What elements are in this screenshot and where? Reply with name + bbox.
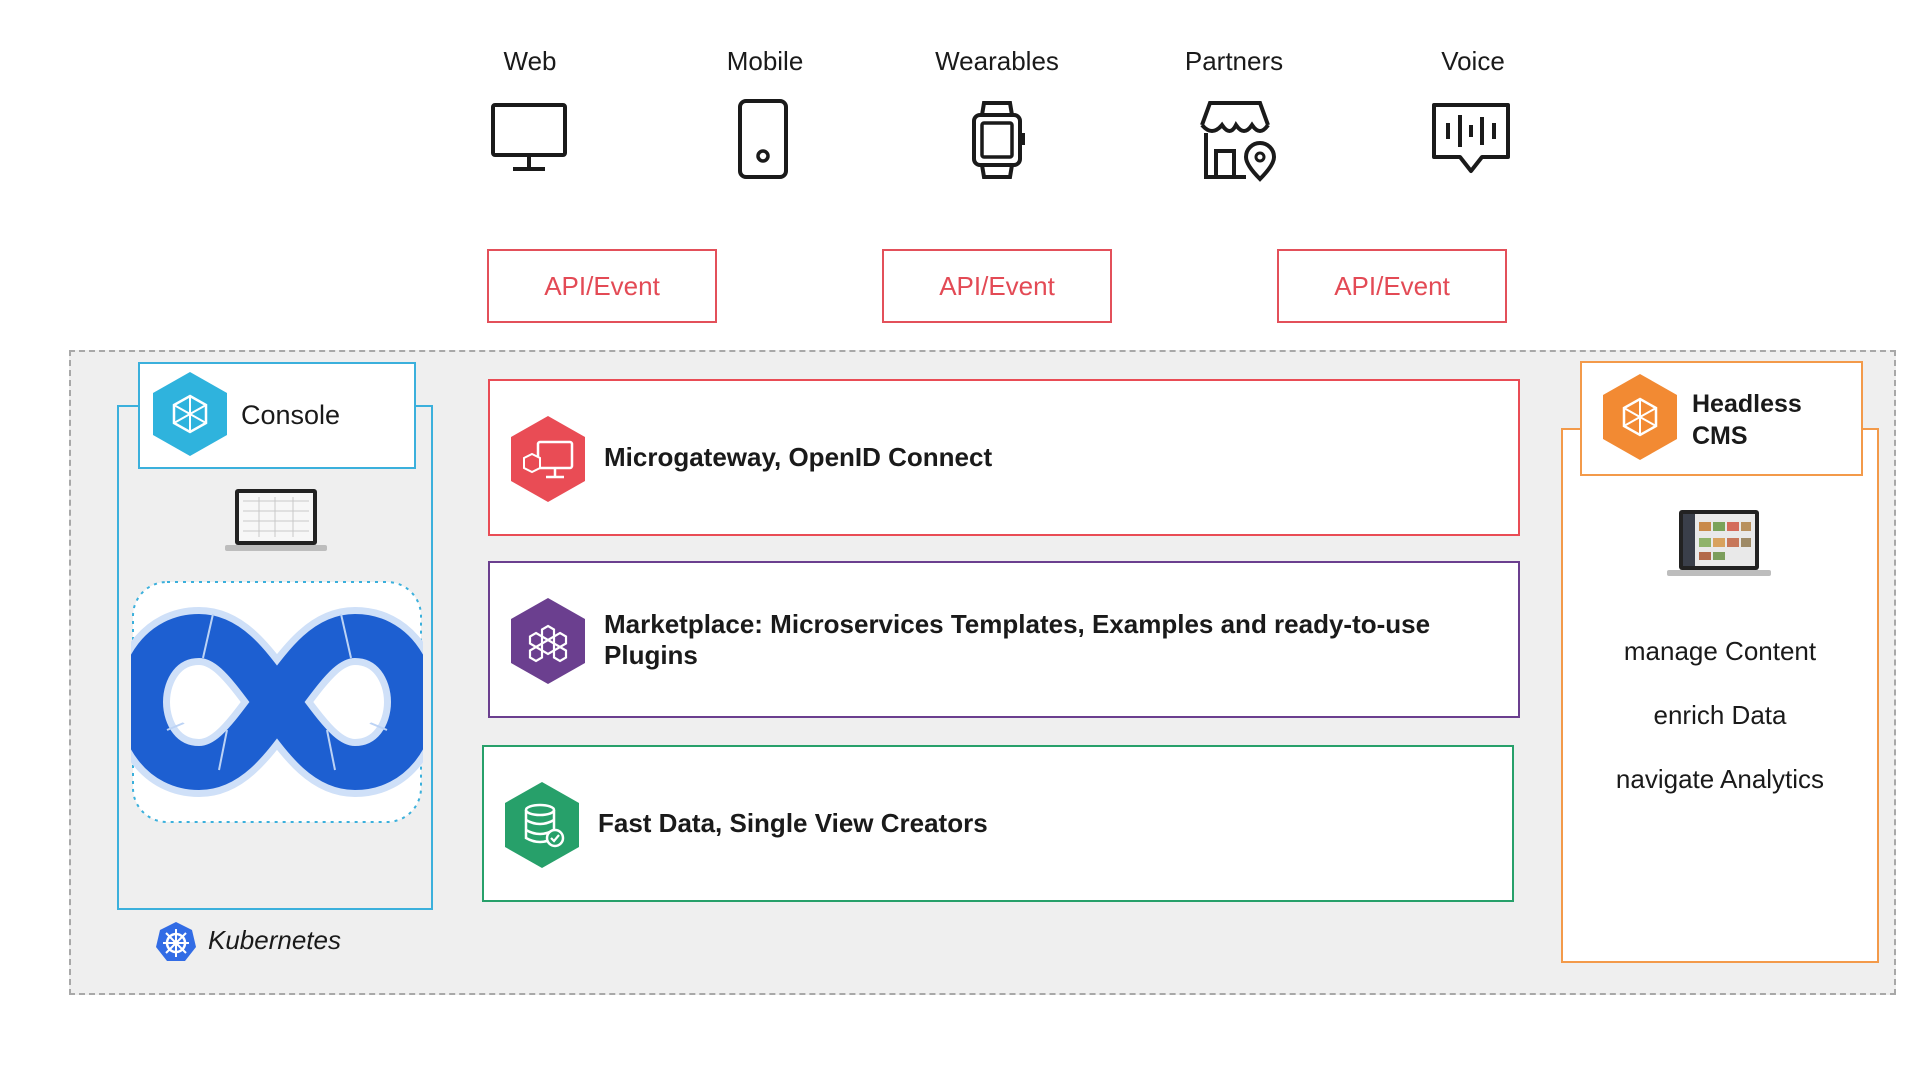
cms-title: Headless CMS	[1692, 388, 1802, 452]
laptop-icon	[225, 489, 327, 551]
api-event-box: API/Event	[1277, 249, 1507, 323]
api-event-box: API/Event	[487, 249, 717, 323]
api-event-box: API/Event	[882, 249, 1112, 323]
console-title: Console	[241, 400, 341, 430]
voice-bubble-icon	[1432, 103, 1510, 173]
storefront-location-icon	[1200, 101, 1277, 182]
cms-title-line1: Headless	[1692, 390, 1802, 418]
devops-infinity-icon	[131, 581, 423, 823]
smartwatch-icon	[972, 101, 1025, 179]
marketplace-icon	[511, 598, 585, 684]
kubernetes-label: Kubernetes	[208, 925, 341, 955]
service-marketplace: Marketplace: Microservices Templates, Ex…	[488, 561, 1520, 718]
channel-label-voice: Voice	[1441, 46, 1505, 76]
cms-item: navigate Analytics	[1615, 764, 1825, 794]
channel-label-wearables: Wearables	[935, 46, 1059, 76]
monitor-icon	[491, 103, 567, 171]
database-check-icon	[505, 782, 579, 868]
channel-label-mobile: Mobile	[726, 46, 804, 76]
microgateway-icon	[511, 416, 585, 502]
service-fast-data: Fast Data, Single View Creators	[482, 745, 1514, 902]
channel-label-partners: Partners	[1184, 46, 1284, 76]
service-microgateway: Microgateway, OpenID Connect	[488, 379, 1520, 536]
channel-label-web: Web	[503, 46, 557, 76]
kubernetes-helm-icon	[156, 922, 196, 961]
console-hexagon-icon	[153, 372, 227, 456]
cms-item: enrich Data	[1653, 700, 1787, 730]
service-label: Fast Data, Single View Creators	[598, 808, 988, 838]
cms-item: manage Content	[1623, 636, 1817, 666]
service-label: Marketplace: Microservices Templates, Ex…	[604, 608, 1431, 670]
cms-title-line2: CMS	[1692, 422, 1748, 450]
cms-hexagon-icon	[1603, 374, 1677, 460]
smartphone-icon	[738, 99, 788, 179]
service-label: Microgateway, OpenID Connect	[604, 442, 993, 472]
laptop-icon	[1667, 510, 1771, 576]
